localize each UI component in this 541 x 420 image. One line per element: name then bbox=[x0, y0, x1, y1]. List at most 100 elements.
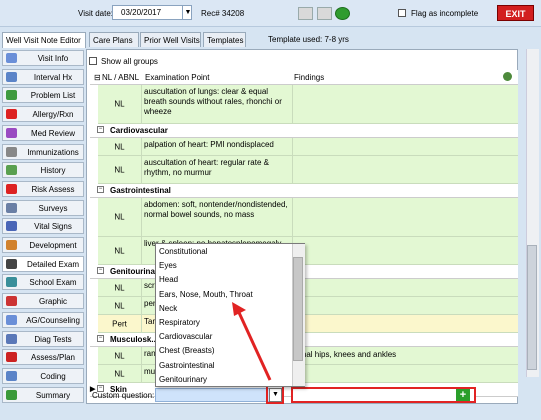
dropdown-option[interactable]: Respiratory bbox=[159, 316, 200, 330]
dropdown-option[interactable]: Head bbox=[159, 273, 178, 287]
sidebar-item-risk-assess[interactable]: Risk Assess bbox=[2, 180, 84, 197]
sidebar-item-graphic[interactable]: Graphic bbox=[2, 293, 84, 310]
collapse-icon[interactable]: − bbox=[97, 335, 104, 342]
table-row[interactable]: NL palpation of heart: PMI nondisplaced bbox=[98, 138, 518, 156]
syringe-icon bbox=[6, 146, 17, 157]
dropdown-option[interactable]: Gastrointestinal bbox=[159, 359, 215, 373]
sidebar-item-summary[interactable]: Summary bbox=[2, 386, 84, 403]
tab-care-plans[interactable]: Care Plans bbox=[89, 32, 139, 47]
dropdown-option[interactable]: Cardiovascular bbox=[159, 330, 212, 344]
findings-cell[interactable] bbox=[292, 198, 293, 236]
nl-cell[interactable]: NL bbox=[98, 156, 142, 183]
findings-cell[interactable] bbox=[292, 156, 293, 183]
check-icon[interactable] bbox=[335, 7, 350, 20]
nl-value: NL bbox=[114, 301, 125, 310]
edit-icon[interactable] bbox=[317, 7, 332, 20]
sidebar-item-visit-info[interactable]: Visit Info bbox=[2, 50, 84, 66]
dropdown-option[interactable]: Chest (Breasts) bbox=[159, 344, 215, 358]
sidebar-item-development[interactable]: Development bbox=[2, 237, 84, 253]
sidebar-item-school-exam[interactable]: School Exam bbox=[2, 274, 84, 291]
findings-value: rmal hips, knees and ankles bbox=[297, 350, 397, 359]
chevron-down-icon[interactable]: ▼ bbox=[182, 5, 193, 20]
nl-cell[interactable]: Pert bbox=[98, 315, 142, 332]
section-title: Cardiovascular bbox=[110, 126, 168, 135]
nl-cell[interactable]: NL bbox=[98, 365, 142, 382]
collapse-icon[interactable]: − bbox=[97, 186, 104, 193]
section-title: Gastrointestinal bbox=[110, 186, 171, 195]
collapse-icon[interactable]: − bbox=[97, 126, 104, 133]
section-title: Musculosk... bbox=[110, 335, 159, 344]
nl-cell[interactable]: NL bbox=[98, 138, 142, 155]
table-row[interactable]: NL auscultation of heart: regular rate & … bbox=[98, 156, 518, 184]
sidebar-item-label: History bbox=[40, 166, 66, 176]
sidebar-item-ag-counseling[interactable]: AG/Counseling bbox=[2, 311, 84, 328]
sidebar-item-history[interactable]: History bbox=[2, 162, 84, 179]
sidebar-item-diag-tests[interactable]: Diag Tests bbox=[2, 330, 84, 347]
table-row[interactable]: NL abdomen: soft, nontender/nondistended,… bbox=[98, 198, 518, 237]
nl-cell[interactable]: NL bbox=[98, 279, 142, 296]
table-row[interactable]: NL auscultation of lungs: clear & equal b… bbox=[98, 85, 518, 124]
exam-point: auscultation of lungs: clear & equal bre… bbox=[144, 87, 282, 116]
sidebar-item-label: School Exam bbox=[29, 278, 77, 288]
grid-header: ⊟ NL / ABNL Examination Point Findings bbox=[90, 70, 518, 85]
sidebar-item-coding[interactable]: Coding bbox=[2, 367, 84, 384]
sidebar-item-problem-list[interactable]: Problem List bbox=[2, 87, 84, 104]
dropdown-option[interactable]: Eyes bbox=[159, 259, 177, 273]
dropdown-scroll-thumb[interactable] bbox=[293, 257, 303, 361]
flag-incomplete-checkbox[interactable] bbox=[398, 9, 406, 17]
exam-point: palpation of heart: PMI nondisplaced bbox=[144, 140, 274, 149]
nl-cell[interactable]: NL bbox=[98, 237, 142, 264]
history-icon bbox=[6, 165, 17, 176]
tab-templates[interactable]: Templates bbox=[203, 32, 246, 47]
sidebar-item-vital-signs[interactable]: Vital Signs bbox=[2, 218, 84, 235]
dropdown-option[interactable]: Genitourinary bbox=[159, 373, 207, 386]
thermometer-icon bbox=[6, 221, 17, 232]
collapse-icon[interactable]: − bbox=[97, 267, 104, 274]
nl-cell[interactable]: NL bbox=[98, 198, 142, 236]
visit-date-label: Visit date: bbox=[78, 9, 113, 18]
globe-icon[interactable] bbox=[503, 72, 512, 81]
sidebar-item-label: Immunizations bbox=[27, 147, 79, 157]
findings-cell[interactable] bbox=[292, 138, 293, 155]
counseling-icon bbox=[6, 314, 17, 325]
development-icon bbox=[6, 240, 17, 250]
tab-prior-well-visits[interactable]: Prior Well Visits bbox=[140, 32, 201, 47]
nl-cell[interactable]: NL bbox=[98, 347, 142, 364]
custom-question-input[interactable] bbox=[291, 387, 476, 403]
toolbar-button-1[interactable] bbox=[298, 7, 313, 20]
sidebar-item-immunizations[interactable]: Immunizations bbox=[2, 143, 84, 160]
show-all-groups-label: Show all groups bbox=[101, 57, 158, 66]
nl-cell[interactable]: NL bbox=[98, 297, 142, 314]
sidebar-item-label: Vital Signs bbox=[34, 222, 72, 232]
findings-cell[interactable] bbox=[292, 85, 293, 123]
sidebar-item-med-review[interactable]: Med Review bbox=[2, 124, 84, 141]
sidebar-item-detailed-exam[interactable]: Detailed Exam bbox=[2, 255, 84, 272]
section-header[interactable]: − Cardiovascular bbox=[90, 124, 518, 138]
expand-header-icon: ⊟ bbox=[94, 73, 101, 82]
visit-date-field[interactable]: 03/20/2017 bbox=[112, 5, 192, 20]
sidebar-item-label: AG/Counseling bbox=[26, 315, 80, 325]
show-all-groups-checkbox[interactable] bbox=[89, 57, 97, 65]
allergy-icon bbox=[6, 109, 17, 120]
sidebar-item-surveys[interactable]: Surveys bbox=[2, 199, 84, 216]
visit-info-icon bbox=[6, 53, 17, 63]
exit-button[interactable]: EXIT bbox=[497, 5, 534, 21]
nl-value: Pert bbox=[112, 319, 127, 328]
sidebar-item-allergy-rxn[interactable]: Allergy/Rxn bbox=[2, 106, 84, 123]
dropdown-option[interactable]: Constitutional bbox=[159, 245, 207, 259]
sidebar-item-label: Risk Assess bbox=[31, 184, 75, 194]
nl-value: NL bbox=[114, 283, 125, 292]
nl-value: NL bbox=[114, 369, 125, 378]
custom-question-select[interactable] bbox=[155, 388, 283, 402]
content-scroll-thumb[interactable] bbox=[527, 245, 537, 370]
exam-point: abdomen: soft, nontender/nondistended, n… bbox=[144, 200, 288, 219]
tab-well-visit-note-editor[interactable]: Well Visit Note Editor bbox=[2, 32, 86, 48]
sidebar-item-label: Problem List bbox=[30, 91, 76, 101]
coding-icon bbox=[6, 370, 17, 381]
sidebar-item-interval-hx[interactable]: Interval Hx bbox=[2, 68, 84, 85]
sidebar-item-assess-plan[interactable]: Assess/Plan bbox=[2, 349, 84, 366]
nl-cell[interactable]: NL bbox=[98, 85, 142, 123]
section-header[interactable]: − Gastrointestinal bbox=[90, 184, 518, 198]
add-icon[interactable]: + bbox=[456, 389, 470, 401]
dropdown-option[interactable]: Neck bbox=[159, 302, 177, 316]
